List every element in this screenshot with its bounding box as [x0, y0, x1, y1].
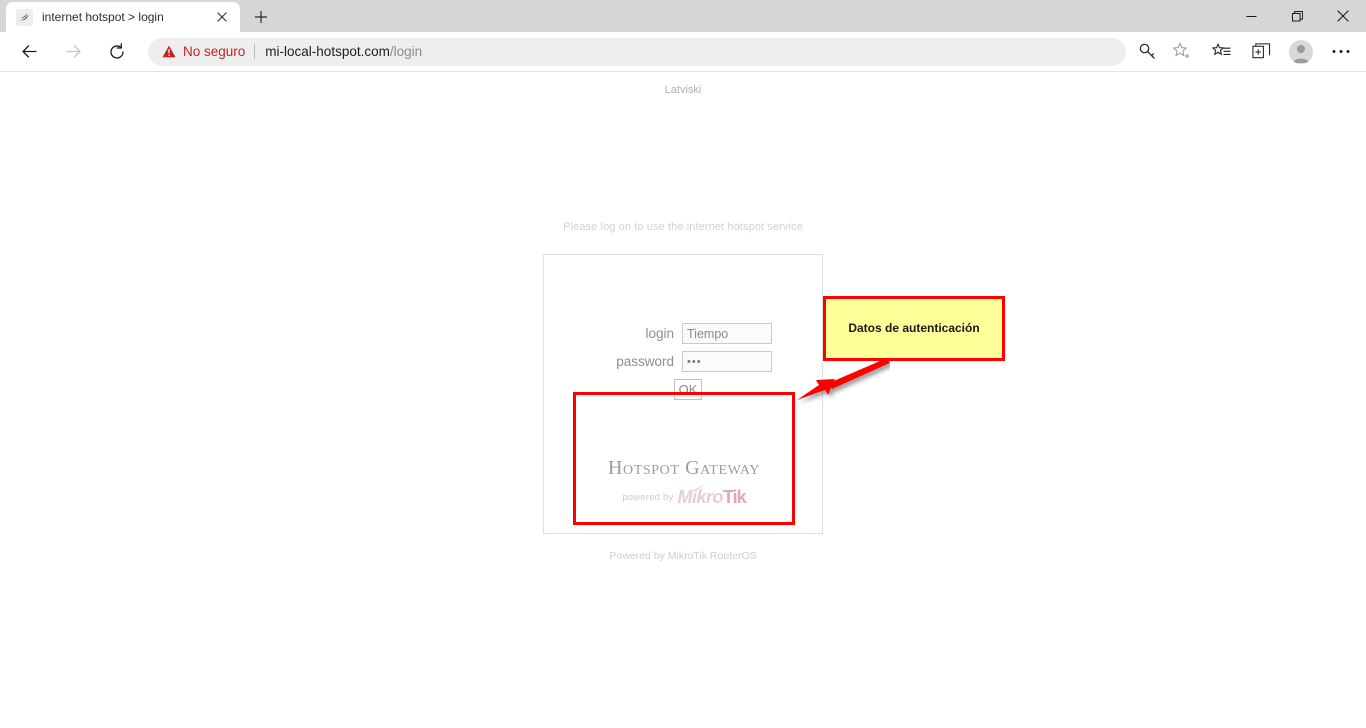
url-text: mi-local-hotspot.com/login [265, 44, 422, 59]
password-input[interactable]: ••• [682, 351, 772, 372]
collections-icon[interactable] [1244, 35, 1278, 69]
profile-avatar-icon[interactable] [1284, 35, 1318, 69]
browser-tab-active[interactable]: internet hotspot > login [6, 2, 240, 32]
browser-chrome: internet hotspot > login No seguro mi-lo… [0, 0, 1366, 72]
browser-toolbar: No seguro mi-local-hotspot.com/login [0, 32, 1366, 72]
brand-title: Hotspot Gateway [607, 457, 761, 479]
login-prompt-text: Please log on to use the internet hotspo… [563, 221, 803, 233]
url-domain: mi-local-hotspot.com [265, 44, 390, 59]
minimize-icon[interactable] [1228, 0, 1274, 32]
powered-by-label: powered by [622, 492, 674, 503]
login-input[interactable] [682, 323, 772, 344]
address-bar[interactable]: No seguro mi-local-hotspot.com/login [148, 37, 1126, 66]
login-panel: login password ••• OK Hotspot Gateway po… [543, 254, 823, 534]
new-tab-button[interactable] [247, 3, 275, 31]
ok-button[interactable]: OK [673, 379, 703, 400]
key-icon[interactable] [1130, 35, 1164, 69]
favorites-list-icon[interactable] [1204, 35, 1238, 69]
address-divider [254, 44, 256, 59]
tab-close-icon[interactable] [212, 7, 232, 27]
annotation-callout: Datos de autenticación [823, 296, 1005, 361]
hotspot-login-page: Latviski Please log on to use the intern… [0, 72, 1366, 727]
mikrotik-swoosh-mark [689, 483, 705, 494]
login-form: login password ••• OK [544, 323, 824, 400]
back-arrow-icon[interactable] [12, 35, 46, 69]
window-controls [1228, 0, 1366, 32]
brand-area: Hotspot Gateway powered by Mikro Tik [544, 457, 824, 508]
submit-row: OK [544, 379, 824, 400]
language-link[interactable]: Latviski [0, 84, 1366, 96]
annotation-callout-text: Datos de autenticación [848, 321, 980, 336]
toolbar-actions [1130, 35, 1358, 69]
url-path: /login [389, 44, 423, 59]
logo-text-tik: Tik [722, 487, 747, 507]
login-row: login [544, 323, 824, 344]
password-row: password ••• [544, 351, 824, 372]
page-footer: Powered by MikroTik RouterOS [609, 550, 757, 562]
ellipsis-icon[interactable] [1324, 35, 1358, 69]
window-close-icon[interactable] [1320, 0, 1366, 32]
tab-title: internet hotspot > login [42, 11, 164, 23]
tab-strip: internet hotspot > login [0, 0, 1366, 32]
mikrotik-swoosh-icon [16, 8, 33, 26]
avatar [1289, 39, 1313, 64]
mikrotik-logo: Mikro Tik [677, 483, 747, 508]
restore-icon[interactable] [1274, 0, 1320, 32]
password-label: password [616, 354, 674, 369]
reload-icon[interactable] [100, 35, 134, 69]
login-label: login [645, 326, 674, 341]
security-status-label: No seguro [183, 44, 246, 59]
brand-powered-by: powered by Mikro Tik [544, 483, 824, 508]
forward-arrow-icon [56, 35, 90, 69]
warning-triangle-icon [162, 45, 176, 58]
star-plus-icon[interactable] [1164, 35, 1198, 69]
